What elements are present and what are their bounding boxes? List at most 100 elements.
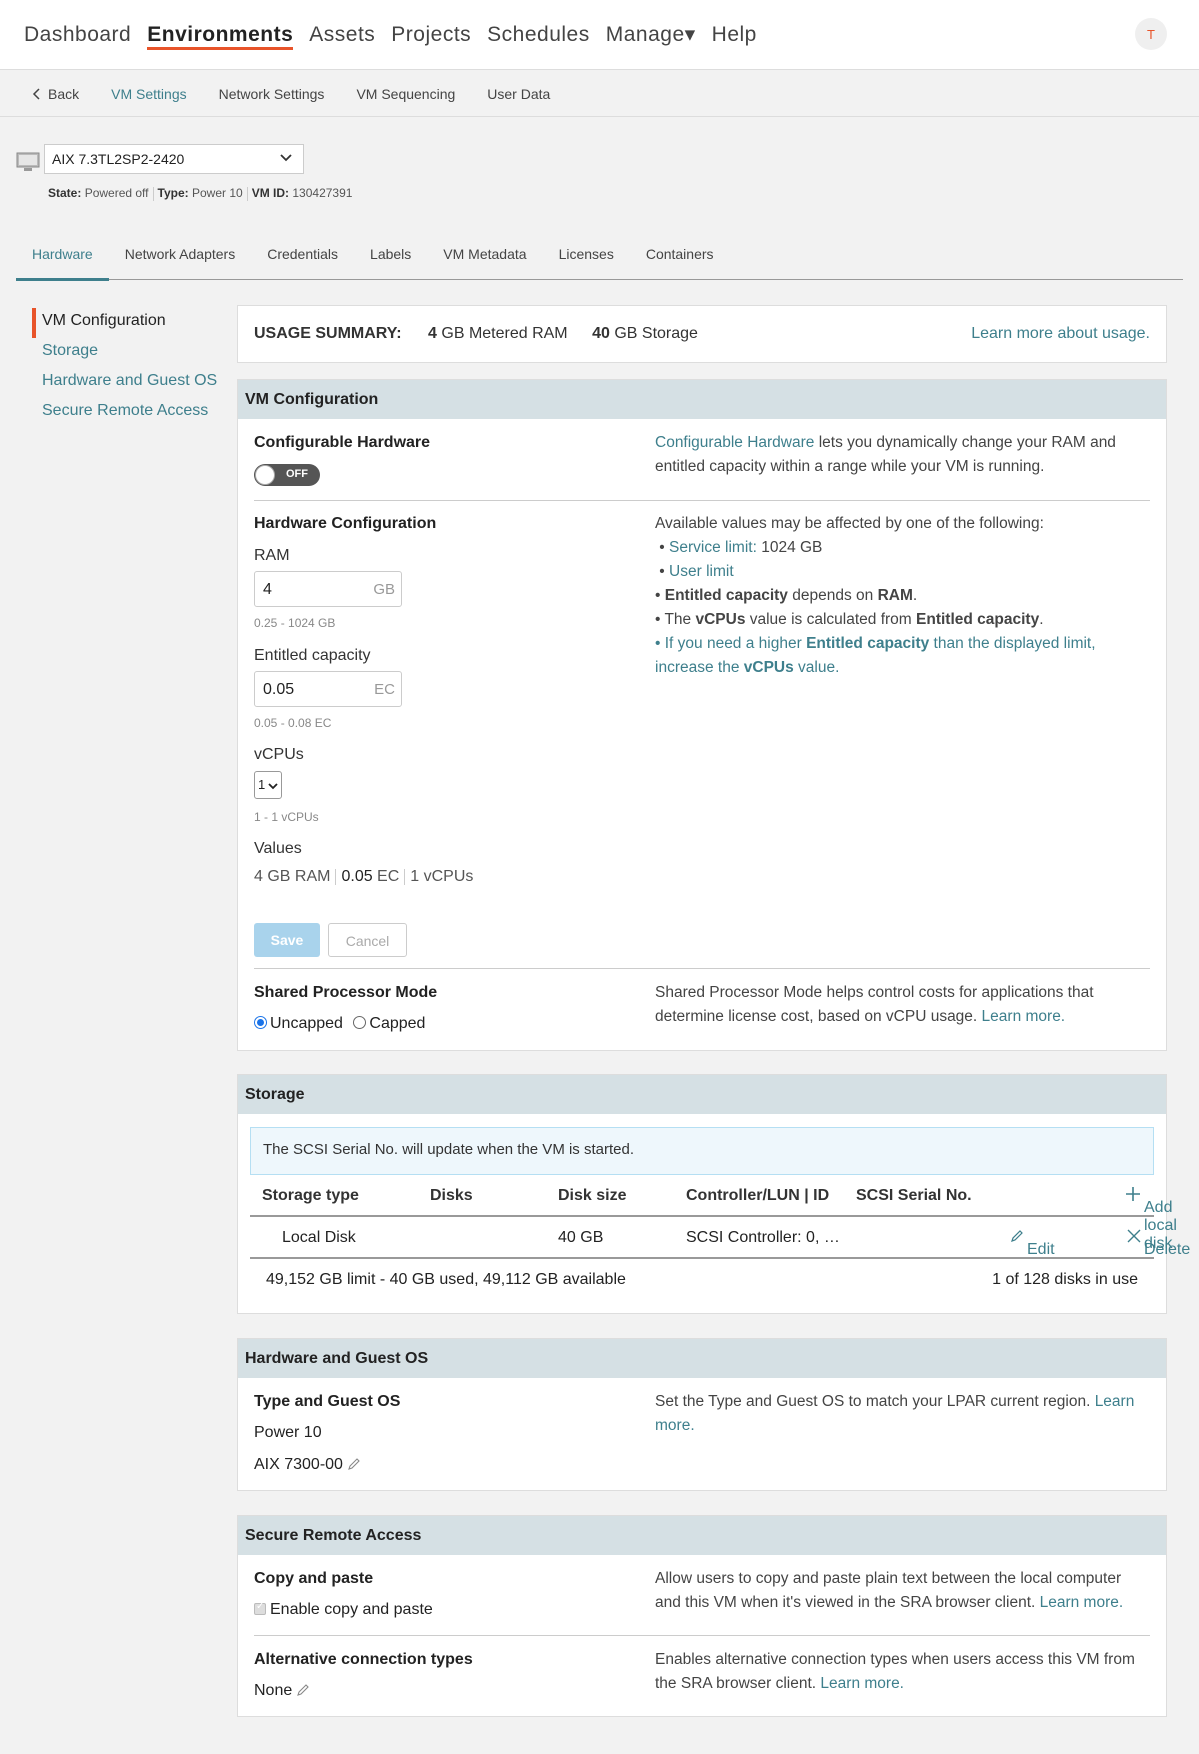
save-button[interactable]: Save xyxy=(254,923,320,957)
delete-disk-button[interactable]: Delete xyxy=(1127,1229,1190,1258)
row-storage-type: Local Disk xyxy=(282,1229,356,1246)
radio-uncapped[interactable]: Uncapped xyxy=(254,1015,343,1032)
nav-manage[interactable]: Manage▾ xyxy=(606,0,696,70)
side-nav: VM Configuration Storage Hardware and Gu… xyxy=(32,308,217,428)
alt-connection-heading: Alternative connection types xyxy=(254,1651,473,1668)
back-label: Back xyxy=(48,85,80,102)
hw-type-value: Power 10 xyxy=(254,1424,322,1441)
vm-configuration-title: VM Configuration xyxy=(238,380,1166,419)
vcpus-select[interactable]: 1 xyxy=(254,771,282,799)
subnav-vm-sequencing[interactable]: VM Sequencing xyxy=(356,86,455,102)
tab-containers[interactable]: Containers xyxy=(630,236,730,280)
sidenav-vm-configuration[interactable]: VM Configuration xyxy=(32,308,217,338)
sidenav-secure-remote-access[interactable]: Secure Remote Access xyxy=(32,398,217,428)
ram-label: RAM xyxy=(254,547,290,564)
guest-os-value[interactable]: AIX 7300-00 xyxy=(254,1456,361,1474)
copy-learn-more-link[interactable]: Learn more. xyxy=(1040,1594,1124,1611)
vm-selector-value: AIX 7.3TL2SP2-2420 xyxy=(52,151,185,167)
tab-licenses[interactable]: Licenses xyxy=(543,236,630,280)
pencil-icon[interactable] xyxy=(296,1683,310,1697)
edit-disk-button[interactable]: Edit xyxy=(1010,1229,1055,1258)
scsi-notice: The SCSI Serial No. will update when the… xyxy=(250,1127,1154,1175)
subnav-user-data[interactable]: User Data xyxy=(487,86,550,102)
alt-learn-more-link[interactable]: Learn more. xyxy=(820,1675,904,1692)
subnav-vm-settings[interactable]: VM Settings xyxy=(111,86,186,102)
enable-copy-paste-checkbox[interactable]: Enable copy and paste xyxy=(254,1601,433,1619)
sidenav-storage[interactable]: Storage xyxy=(32,338,217,368)
divider xyxy=(254,968,1150,969)
nav-dashboard[interactable]: Dashboard xyxy=(24,0,131,70)
vm-id-label: VM ID: xyxy=(251,186,290,200)
pencil-icon xyxy=(1011,1230,1023,1242)
ram-input[interactable]: 4 GB xyxy=(254,571,402,607)
vcpus-value: 1 xyxy=(258,777,266,792)
storage-panel: Storage The SCSI Serial No. will update … xyxy=(237,1074,1190,1314)
storage-footer: 49,152 GB limit - 40 GB used, 49,112 GB … xyxy=(250,1259,1154,1301)
alt-connection-value[interactable]: None xyxy=(254,1682,310,1700)
configurable-hardware-link[interactable]: Configurable Hardware xyxy=(655,434,814,451)
nav-environments[interactable]: Environments xyxy=(147,0,294,70)
vcpus-label: vCPUs xyxy=(254,746,304,763)
configurable-hardware-toggle[interactable]: OFF xyxy=(254,464,320,486)
usage-ram: 4 GB Metered RAM xyxy=(428,325,568,342)
tab-credentials[interactable]: Credentials xyxy=(251,236,354,280)
shared-processor-mode-options: Uncapped Capped xyxy=(254,1015,425,1033)
hardware-guest-os-desc: Set the Type and Guest OS to match your … xyxy=(655,1393,1135,1434)
tab-hardware[interactable]: Hardware xyxy=(16,236,109,281)
alt-connection-desc: Enables alternative connection types whe… xyxy=(655,1651,1135,1692)
vm-meta: State: Powered off Type: Power 10 VM ID: 1… xyxy=(48,186,352,201)
learn-more-usage-link[interactable]: Learn more about usage. xyxy=(971,325,1150,343)
nav-schedules[interactable]: Schedules xyxy=(487,0,590,70)
ram-hint: 0.25 - 1024 GB xyxy=(254,616,336,630)
top-nav: Dashboard Environments Assets Projects S… xyxy=(0,0,1199,70)
subnav-network-settings[interactable]: Network Settings xyxy=(219,86,325,102)
disks-in-use: 1 of 128 disks in use xyxy=(992,1271,1138,1288)
row-controller: SCSI Controller: 0, … xyxy=(686,1229,840,1246)
chevron-down-icon xyxy=(268,783,278,790)
hardware-guest-os-title: Hardware and Guest OS xyxy=(238,1339,1166,1378)
tab-vm-metadata[interactable]: VM Metadata xyxy=(427,236,542,280)
tab-bar: Hardware Network Adapters Credentials La… xyxy=(16,236,1183,281)
tab-network-adapters[interactable]: Network Adapters xyxy=(109,236,252,280)
spm-learn-more-link[interactable]: Learn more. xyxy=(982,1008,1066,1025)
nav-assets[interactable]: Assets xyxy=(309,0,375,70)
divider xyxy=(254,500,1150,501)
state-value: Powered off xyxy=(84,186,149,200)
type-label: Type: xyxy=(157,186,189,200)
cancel-button[interactable]: Cancel xyxy=(328,923,407,957)
increase-vcpus-link[interactable]: • If you need a higher Entitled capacity… xyxy=(655,632,1145,680)
sub-nav: Back VM Settings Network Settings VM Seq… xyxy=(0,71,1199,117)
storage-title: Storage xyxy=(238,1075,1166,1114)
values-label: Values xyxy=(254,840,302,857)
service-limit-link[interactable]: Service limit: xyxy=(669,539,757,556)
close-icon xyxy=(1127,1229,1141,1243)
ram-value: 4 xyxy=(263,581,272,598)
user-limit-link[interactable]: User limit xyxy=(669,563,734,580)
pencil-icon[interactable] xyxy=(347,1457,361,1471)
table-row: Local Disk 40 GB SCSI Controller: 0, … E… xyxy=(250,1217,1190,1259)
vm-id-value: 130427391 xyxy=(292,186,353,200)
hardware-configuration-heading: Hardware Configuration xyxy=(254,515,437,532)
nav-projects[interactable]: Projects xyxy=(391,0,471,70)
hardware-guest-os-panel: Hardware and Guest OS Type and Guest OS … xyxy=(237,1338,1167,1491)
radio-capped[interactable]: Capped xyxy=(353,1015,425,1032)
values-summary: 4 GB RAM 0.05 EC 1 vCPUs xyxy=(254,868,474,885)
vcpus-hint: 1 - 1 vCPUs xyxy=(254,810,319,824)
type-guest-os-heading: Type and Guest OS xyxy=(254,1393,401,1410)
entitled-capacity-input[interactable]: 0.05 EC xyxy=(254,671,402,707)
add-local-disk-button[interactable]: Add local disk xyxy=(1126,1187,1177,1252)
avatar[interactable]: T xyxy=(1135,18,1167,50)
secure-remote-access-title: Secure Remote Access xyxy=(238,1516,1166,1555)
chevron-down-icon xyxy=(280,154,292,162)
type-value: Power 10 xyxy=(191,186,243,200)
back-link[interactable]: Back xyxy=(32,86,79,102)
divider xyxy=(254,1635,1150,1636)
available-values-info: Available values may be affected by one … xyxy=(655,512,1145,680)
entitled-capacity-label: Entitled capacity xyxy=(254,647,371,664)
nav-help[interactable]: Help xyxy=(712,0,757,70)
copy-paste-desc: Allow users to copy and paste plain text… xyxy=(655,1570,1124,1611)
tab-labels[interactable]: Labels xyxy=(354,236,427,280)
sidenav-hardware-guest-os[interactable]: Hardware and Guest OS xyxy=(32,368,217,398)
vm-selector[interactable]: AIX 7.3TL2SP2-2420 xyxy=(44,144,304,174)
configurable-hardware-desc: Configurable Hardware lets you dynamical… xyxy=(655,434,1116,475)
